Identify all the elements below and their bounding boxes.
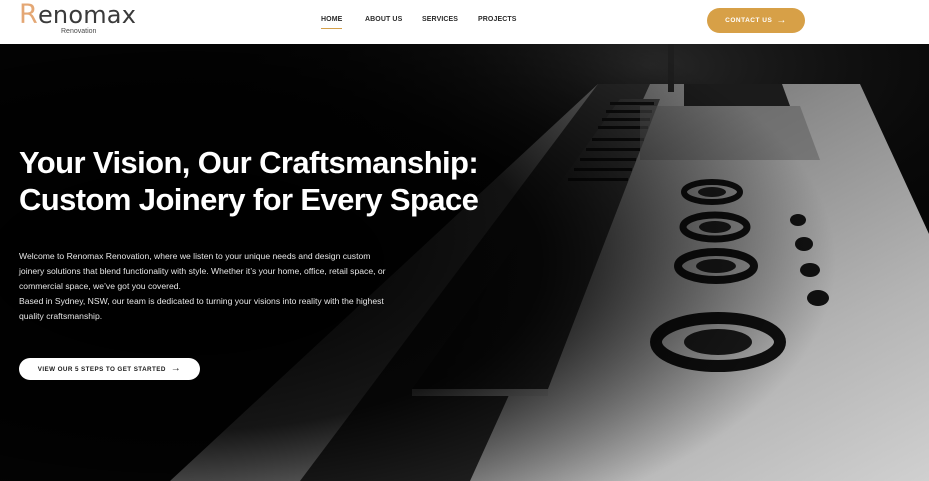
nav-about-us[interactable]: ABOUT US bbox=[365, 15, 402, 25]
view-steps-button[interactable]: VIEW OUR 5 STEPS TO GET STARTED → bbox=[19, 358, 200, 380]
logo-tagline: Renovation bbox=[61, 28, 97, 35]
hero-headline-line2: Custom Joinery for Every Space bbox=[19, 182, 479, 217]
hero-intro-paragraph-2: Based in Sydney, NSW, our team is dedica… bbox=[19, 296, 384, 321]
logo-wordmark: Renomax bbox=[19, 0, 137, 30]
arrow-right-icon: → bbox=[776, 14, 787, 26]
contact-us-button[interactable]: CONTACT US → bbox=[707, 8, 805, 33]
renomax-logo[interactable]: Renomax Renovation bbox=[19, 1, 149, 41]
hero-headline: Your Vision, Our Craftsmanship: Custom J… bbox=[19, 144, 559, 218]
arrow-right-icon: → bbox=[170, 363, 182, 374]
view-steps-label: VIEW OUR 5 STEPS TO GET STARTED bbox=[37, 365, 166, 373]
nav-home[interactable]: HOME bbox=[321, 15, 343, 29]
nav-projects[interactable]: PROJECTS bbox=[478, 15, 517, 25]
contact-us-label: CONTACT US bbox=[725, 17, 773, 24]
site-header: Renomax Renovation HOME ABOUT US SERVICE… bbox=[0, 0, 929, 44]
hero-section: Your Vision, Our Craftsmanship: Custom J… bbox=[0, 44, 929, 481]
hero-intro-paragraph-1: Welcome to Renomax Renovation, where we … bbox=[19, 251, 386, 291]
hero-intro: Welcome to Renomax Renovation, where we … bbox=[19, 249, 389, 324]
hero-headline-line1: Your Vision, Our Craftsmanship: bbox=[19, 145, 479, 180]
nav-services[interactable]: SERVICES bbox=[422, 15, 458, 25]
